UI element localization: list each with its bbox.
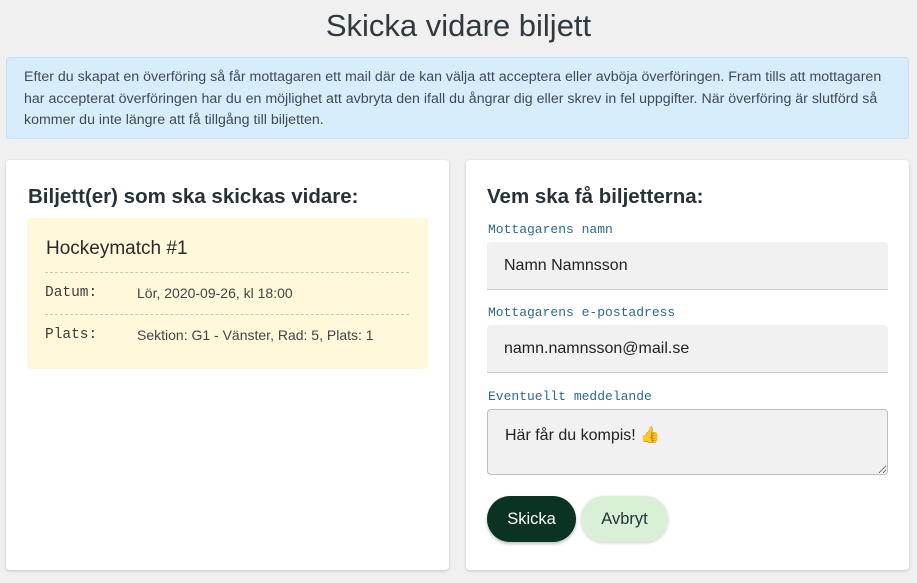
recipient-email-label: Mottagarens e-postadress	[488, 305, 676, 320]
message-label: Eventuellt meddelande	[488, 389, 652, 404]
ticket-name: Hockeymatch #1	[46, 238, 188, 259]
ticket-item: Hockeymatch #1 Datum: Lör, 2020-09-26, k…	[27, 218, 428, 369]
ticket-place-value: Sektion: G1 - Vänster, Rad: 5, Plats: 1	[137, 327, 374, 343]
ticket-date-value: Lör, 2020-09-26, kl 18:00	[137, 285, 293, 301]
send-button[interactable]: Skicka	[487, 496, 576, 542]
recipient-email-input[interactable]	[487, 325, 888, 373]
ticket-place-label: Plats:	[45, 327, 98, 343]
recipient-name-label: Mottagarens namn	[488, 222, 613, 237]
ticket-divider	[45, 272, 409, 273]
info-text: Efter du skapat en överföring så får mot…	[24, 69, 882, 128]
message-textarea[interactable]: Här får du kompis! 👍	[487, 409, 888, 475]
tickets-card: Biljett(er) som ska skickas vidare: Hock…	[6, 160, 449, 570]
ticket-date-label: Datum:	[45, 285, 98, 301]
info-message: Efter du skapat en överföring så får mot…	[6, 57, 909, 139]
page-title: Skicka vidare biljett	[325, 8, 592, 43]
tickets-heading: Biljett(er) som ska skickas vidare:	[28, 185, 359, 208]
cancel-button[interactable]: Avbryt	[581, 496, 668, 542]
recipient-card: Vem ska få biljetterna: Mottagarens namn…	[466, 160, 909, 570]
ticket-divider	[45, 314, 409, 315]
recipient-name-input[interactable]	[487, 242, 888, 290]
recipient-heading: Vem ska få biljetterna:	[487, 185, 704, 208]
